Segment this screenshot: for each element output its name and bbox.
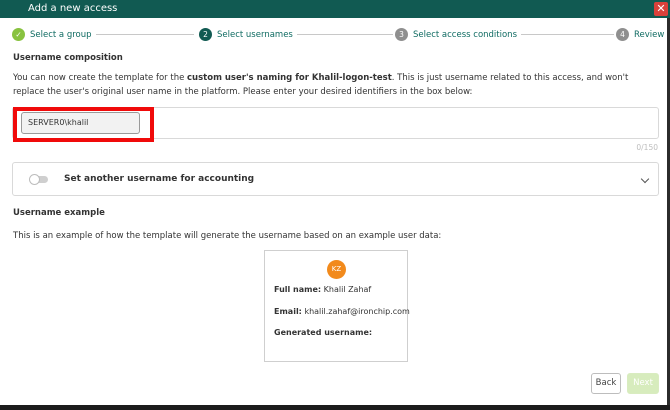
step-connector — [285, 34, 393, 35]
check-icon: ✓ — [12, 28, 25, 41]
full-name-row: Full name: Khalil Zahaf — [274, 285, 372, 294]
chevron-down-icon[interactable] — [640, 174, 650, 184]
step-number: 2 — [199, 28, 212, 41]
close-icon[interactable]: ✕ — [654, 2, 668, 16]
composition-heading: Username composition — [13, 53, 123, 63]
composition-intro: You can now create the template for the … — [13, 73, 629, 97]
step-select-access-conditions[interactable]: 3 Select access conditions — [393, 28, 521, 41]
email-row: Email: khalil.zahaf@ironchip.com — [274, 307, 410, 316]
step-label: Review — [634, 29, 665, 40]
step-connector — [90, 34, 194, 35]
step-label: Select usernames — [217, 29, 293, 40]
example-user-card: KZ Full name: Khalil Zahaf Email: khalil… — [264, 250, 410, 362]
identifier-chip[interactable]: SERVER0\khalil — [21, 112, 140, 134]
toggle-knob — [29, 174, 40, 185]
step-review[interactable]: 4 Review — [614, 28, 669, 41]
accounting-label: Set another username for accounting — [64, 174, 255, 184]
step-number: 3 — [395, 28, 408, 41]
step-select-usernames[interactable]: 2 Select usernames — [197, 28, 297, 41]
step-select-group[interactable]: ✓ Select a group — [12, 28, 96, 41]
access-name: custom user's naming for Khalil-logon-te… — [187, 73, 392, 83]
step-connector — [506, 34, 614, 35]
accounting-accordion[interactable]: Set another username for accounting — [12, 162, 659, 196]
back-button[interactable]: Back — [591, 373, 621, 394]
step-label: Select a group — [30, 29, 92, 40]
example-heading: Username example — [13, 208, 105, 218]
stepper: ✓ Select a group 2 Select usernames 3 Se… — [0, 24, 670, 46]
example-description: This is an example of how the template w… — [13, 231, 442, 241]
generated-username-row: Generated username: — [274, 328, 373, 337]
dialog-title: Add a new access — [28, 3, 118, 14]
accounting-toggle[interactable] — [29, 174, 48, 185]
step-label: Select access conditions — [413, 29, 517, 40]
character-counter: 0/150 — [636, 143, 658, 152]
next-button[interactable]: Next — [627, 373, 659, 394]
dialog-titlebar: Add a new access ✕ — [0, 0, 670, 18]
step-number: 4 — [616, 28, 629, 41]
avatar: KZ — [327, 260, 346, 279]
window-bottom-edge — [0, 405, 670, 410]
